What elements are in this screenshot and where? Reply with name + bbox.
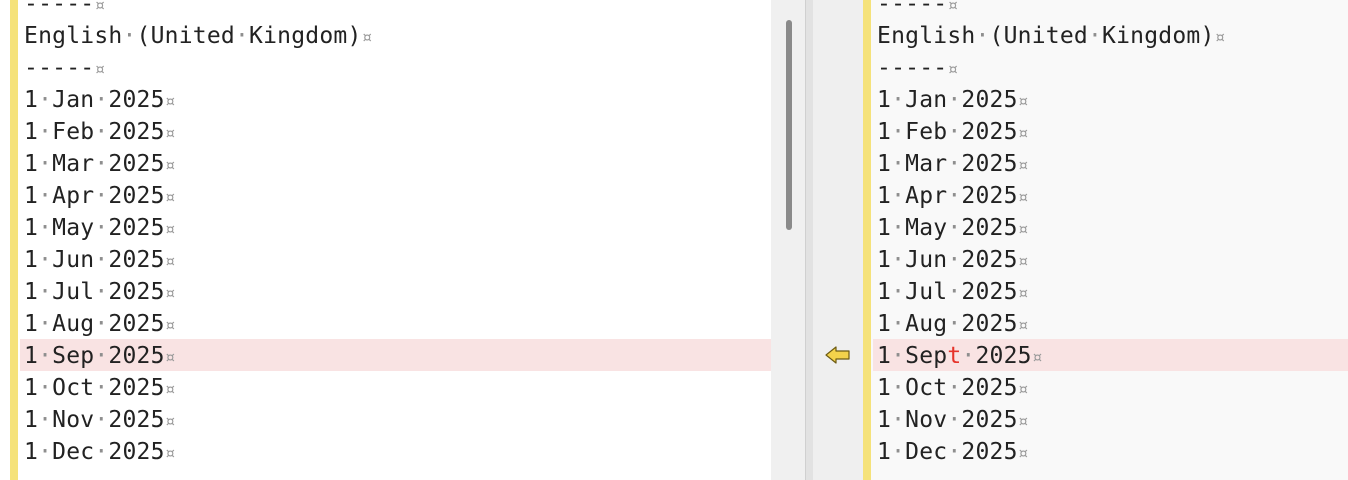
right-date-line: 1·Dec·2025¤ xyxy=(877,439,1029,465)
right-editor-pane[interactable]: -----¤ English·(United·Kingdom)¤ -----¤ 1·J… xyxy=(863,0,1348,480)
left-date-line: 1·Mar·2025¤ xyxy=(24,151,176,177)
right-date-line: 1·Aug·2025¤ xyxy=(877,311,1029,337)
left-date-line: 1·Jul·2025¤ xyxy=(24,279,176,305)
left-editor-pane[interactable]: -----¤ English·(United·Kingdom)¤ -----¤ 1·J… xyxy=(0,0,771,480)
right-date-line: 1·Mar·2025¤ xyxy=(877,151,1029,177)
left-date-line: 1·Sep·2025¤ xyxy=(24,343,176,369)
arrow-left-icon[interactable] xyxy=(825,344,851,366)
right-date-line: 1·Feb·2025¤ xyxy=(877,119,1029,145)
left-language-header: English·(United·Kingdom)¤ xyxy=(24,23,373,49)
right-separator-line: -----¤ xyxy=(877,55,959,81)
right-separator-line: -----¤ xyxy=(877,468,958,480)
right-date-line: 1·Oct·2025¤ xyxy=(877,375,1029,401)
right-separator-line: -----¤ xyxy=(877,0,959,17)
left-change-gutter xyxy=(10,0,18,480)
left-date-line: 1·Aug·2025¤ xyxy=(24,311,176,337)
merge-gutter xyxy=(813,0,863,480)
left-scrollbar-thumb[interactable] xyxy=(786,20,792,230)
right-date-line: 1·May·2025¤ xyxy=(877,215,1029,241)
right-language-header: English·(United·Kingdom)¤ xyxy=(877,23,1226,49)
left-separator-line: -----¤ xyxy=(24,468,105,480)
left-separator-line: -----¤ xyxy=(24,0,106,17)
right-date-line: 1·Nov·2025¤ xyxy=(877,407,1029,433)
left-date-line: 1·May·2025¤ xyxy=(24,215,176,241)
left-date-line: 1·Nov·2025¤ xyxy=(24,407,176,433)
right-date-line: 1·Apr·2025¤ xyxy=(877,183,1029,209)
right-date-line: 1·Jul·2025¤ xyxy=(877,279,1029,305)
left-date-line: 1·Oct·2025¤ xyxy=(24,375,176,401)
right-date-line: 1·Sept·2025¤ xyxy=(877,343,1043,369)
left-date-line: 1·Jun·2025¤ xyxy=(24,247,176,273)
left-date-line: 1·Apr·2025¤ xyxy=(24,183,176,209)
right-date-line: 1·Jun·2025¤ xyxy=(877,247,1029,273)
left-separator-line: -----¤ xyxy=(24,55,106,81)
left-date-line: 1·Feb·2025¤ xyxy=(24,119,176,145)
left-date-line: 1·Dec·2025¤ xyxy=(24,439,176,465)
left-date-line: 1·Jan·2025¤ xyxy=(24,87,176,113)
right-change-gutter xyxy=(863,0,871,480)
right-date-line: 1·Jan·2025¤ xyxy=(877,87,1029,113)
